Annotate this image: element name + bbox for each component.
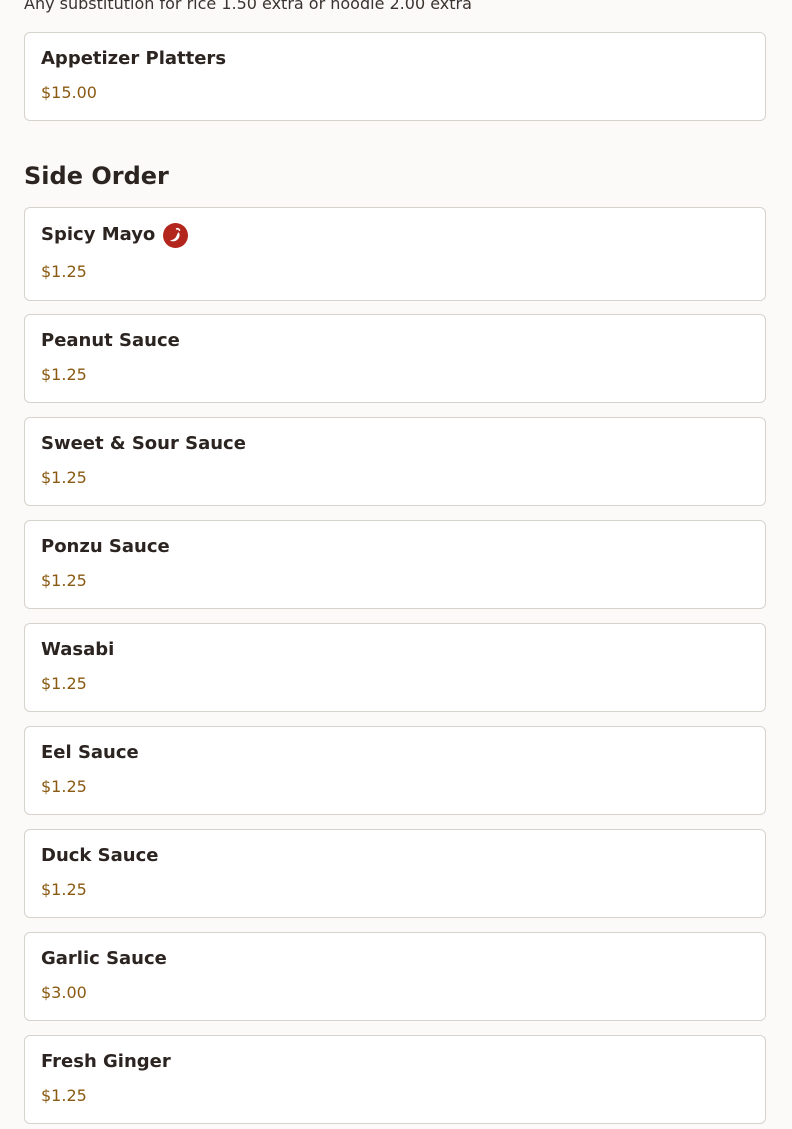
item-name-row: Spicy Mayo — [41, 222, 189, 248]
item-name: Garlic Sauce — [41, 948, 167, 969]
menu-item-fresh-ginger[interactable]: Fresh Ginger $1.25 — [24, 1035, 766, 1124]
item-name: Spicy Mayo — [41, 223, 156, 245]
item-price: $1.25 — [41, 777, 87, 796]
menu-item-peanut-sauce[interactable]: Peanut Sauce $1.25 — [24, 314, 766, 403]
spicy-chili-icon — [163, 223, 189, 248]
item-price: $1.25 — [41, 674, 87, 693]
item-name: Fresh Ginger — [41, 1051, 171, 1072]
item-price: $3.00 — [41, 983, 87, 1002]
item-price: $1.25 — [41, 365, 87, 384]
item-price: $1.25 — [41, 1086, 87, 1105]
item-price: $1.25 — [41, 468, 87, 487]
item-name: Eel Sauce — [41, 742, 139, 763]
item-name: Peanut Sauce — [41, 330, 180, 351]
item-name: Sweet & Sour Sauce — [41, 433, 246, 454]
section-heading-side-order: Side Order — [24, 162, 169, 190]
item-name: Duck Sauce — [41, 845, 159, 866]
item-price: $15.00 — [41, 83, 97, 102]
menu-item-ponzu-sauce[interactable]: Ponzu Sauce $1.25 — [24, 520, 766, 609]
substitution-note: Any substitution for rice 1.50 extra or … — [24, 0, 472, 13]
item-price: $1.25 — [41, 262, 87, 281]
item-price: $1.25 — [41, 571, 87, 590]
item-price: $1.25 — [41, 880, 87, 899]
item-name: Appetizer Platters — [41, 48, 227, 69]
menu-item-appetizer-platters[interactable]: Appetizer Platters $15.00 — [24, 32, 766, 121]
menu-item-duck-sauce[interactable]: Duck Sauce $1.25 — [24, 829, 766, 918]
item-name: Wasabi — [41, 639, 115, 660]
menu-item-wasabi[interactable]: Wasabi $1.25 — [24, 623, 766, 712]
menu-item-garlic-sauce[interactable]: Garlic Sauce $3.00 — [24, 932, 766, 1021]
menu-item-sweet-sour-sauce[interactable]: Sweet & Sour Sauce $1.25 — [24, 417, 766, 506]
menu-item-eel-sauce[interactable]: Eel Sauce $1.25 — [24, 726, 766, 815]
item-name: Ponzu Sauce — [41, 536, 170, 557]
menu-item-spicy-mayo[interactable]: Spicy Mayo $1.25 — [24, 207, 766, 301]
